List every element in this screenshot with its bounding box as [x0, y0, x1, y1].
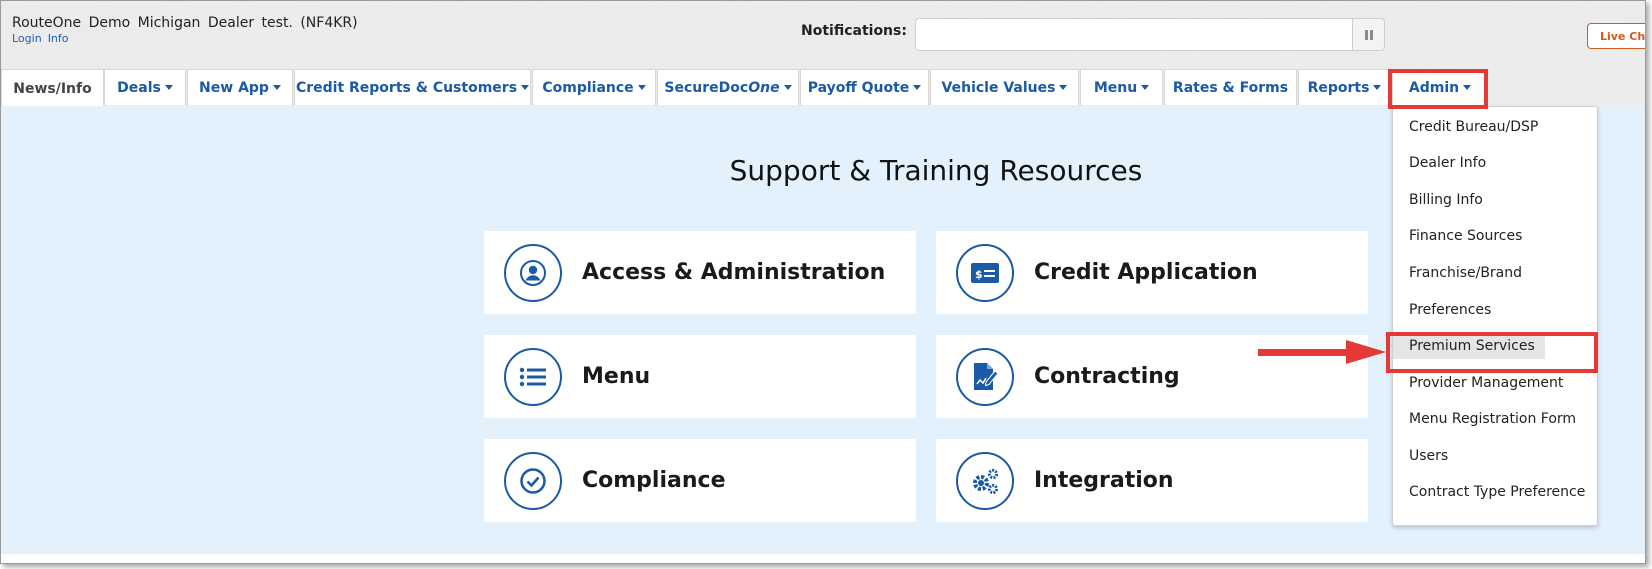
bottom-strip — [1, 554, 1645, 563]
pause-icon — [1364, 29, 1373, 40]
menu-item-dealer-info[interactable]: Dealer Info — [1409, 155, 1486, 171]
tab-label: New App — [199, 79, 269, 96]
tab-payoff-quote[interactable]: Payoff Quote — [800, 69, 929, 105]
menu-item-billing-info[interactable]: Billing Info — [1409, 192, 1483, 208]
notifications-label: Notifications: — [801, 23, 907, 39]
login-link[interactable]: Login — [12, 32, 42, 45]
tab-label: Credit Reports & Customers — [295, 79, 518, 96]
user-icon — [504, 243, 562, 302]
menu-item-premium-services[interactable]: Premium Services — [1393, 333, 1545, 359]
admin-dropdown-menu: Credit Bureau/DSP Dealer Info Billing In… — [1392, 106, 1598, 526]
tab-deals[interactable]: Deals — [104, 69, 186, 105]
pause-button[interactable] — [1352, 18, 1385, 51]
card-label: Credit Application — [1034, 260, 1258, 285]
menu-item-preferences[interactable]: Preferences — [1409, 302, 1491, 318]
caret-down-icon — [637, 85, 646, 90]
tab-label: Rates & Forms — [1172, 79, 1289, 96]
menu-item-provider-management[interactable]: Provider Management — [1409, 375, 1563, 391]
arrow-right-icon — [1258, 340, 1386, 364]
tab-news-info[interactable]: News/Info — [1, 69, 104, 107]
tab-label: SecureDoc — [664, 79, 749, 96]
card-label: Contracting — [1034, 364, 1180, 389]
menu-item-credit-bureau-dsp[interactable]: Credit Bureau/DSP — [1409, 119, 1538, 135]
document-sign-icon — [956, 347, 1014, 406]
menu-item-contract-type-preference[interactable]: Contract Type Preference — [1409, 484, 1585, 500]
info-link[interactable]: Info — [48, 32, 69, 45]
card-integration[interactable]: Integration — [936, 439, 1368, 522]
top-header: RouteOne Demo Michigan Dealer test. (NF4… — [1, 1, 1645, 69]
caret-down-icon — [783, 85, 792, 90]
card-menu[interactable]: Menu — [484, 335, 916, 418]
credit-card-icon: $ — [956, 243, 1014, 302]
card-label: Menu — [582, 364, 651, 389]
list-icon — [504, 347, 562, 406]
card-compliance[interactable]: Compliance — [484, 439, 916, 522]
menu-item-menu-registration-form[interactable]: Menu Registration Form — [1409, 411, 1576, 427]
menu-item-finance-sources[interactable]: Finance Sources — [1409, 228, 1522, 244]
tab-admin[interactable]: Admin — [1392, 69, 1488, 105]
tab-label: Payoff Quote — [807, 79, 910, 96]
tab-label: Deals — [117, 79, 161, 96]
tab-rates-forms[interactable]: Rates & Forms — [1164, 69, 1297, 105]
tab-reports[interactable]: Reports — [1298, 69, 1391, 105]
tab-label: Reports — [1307, 79, 1370, 96]
gears-icon — [956, 451, 1014, 510]
caret-down-icon — [1059, 85, 1068, 90]
caret-down-icon — [272, 85, 281, 90]
caret-down-icon — [913, 85, 922, 90]
card-label: Access & Administration — [582, 260, 886, 285]
tab-label: News/Info — [13, 80, 92, 97]
card-access-administration[interactable]: Access & Administration — [484, 231, 916, 314]
menu-item-franchise-brand[interactable]: Franchise/Brand — [1409, 265, 1522, 281]
tab-label: Compliance — [542, 79, 634, 96]
tab-label-italic: One — [748, 79, 780, 96]
svg-text:$: $ — [975, 268, 983, 281]
card-label: Compliance — [582, 468, 726, 493]
menu-item-users[interactable]: Users — [1409, 448, 1448, 464]
caret-down-icon — [1141, 85, 1150, 90]
tab-credit-reports-customers[interactable]: Credit Reports & Customers — [294, 69, 531, 105]
caret-down-icon — [1373, 85, 1382, 90]
tab-securedocone[interactable]: SecureDoc One — [657, 69, 799, 105]
tab-menu[interactable]: Menu — [1080, 69, 1163, 105]
tab-label: Menu — [1093, 79, 1138, 96]
check-circle-icon — [504, 451, 562, 510]
browser-frame: RouteOne Demo Michigan Dealer test. (NF4… — [0, 0, 1646, 564]
dealer-links: Login Info — [12, 32, 75, 45]
notifications-ticker[interactable] — [915, 18, 1354, 51]
dealer-name: RouteOne Demo Michigan Dealer test. (NF4… — [12, 15, 358, 31]
main-navigation: News/Info Deals New App Credit Reports &… — [1, 69, 1645, 107]
tab-compliance[interactable]: Compliance — [532, 69, 656, 105]
card-label: Integration — [1034, 468, 1174, 493]
caret-down-icon — [1463, 85, 1472, 90]
tab-vehicle-values[interactable]: Vehicle Values — [930, 69, 1079, 105]
card-credit-application[interactable]: $ Credit Application — [936, 231, 1368, 314]
live-chat-button[interactable]: Live Cha — [1587, 23, 1645, 49]
tab-label: Admin — [1408, 79, 1460, 96]
tab-new-app[interactable]: New App — [187, 69, 293, 105]
tab-label: Vehicle Values — [941, 79, 1056, 96]
caret-down-icon — [164, 85, 173, 90]
caret-down-icon — [521, 85, 530, 90]
